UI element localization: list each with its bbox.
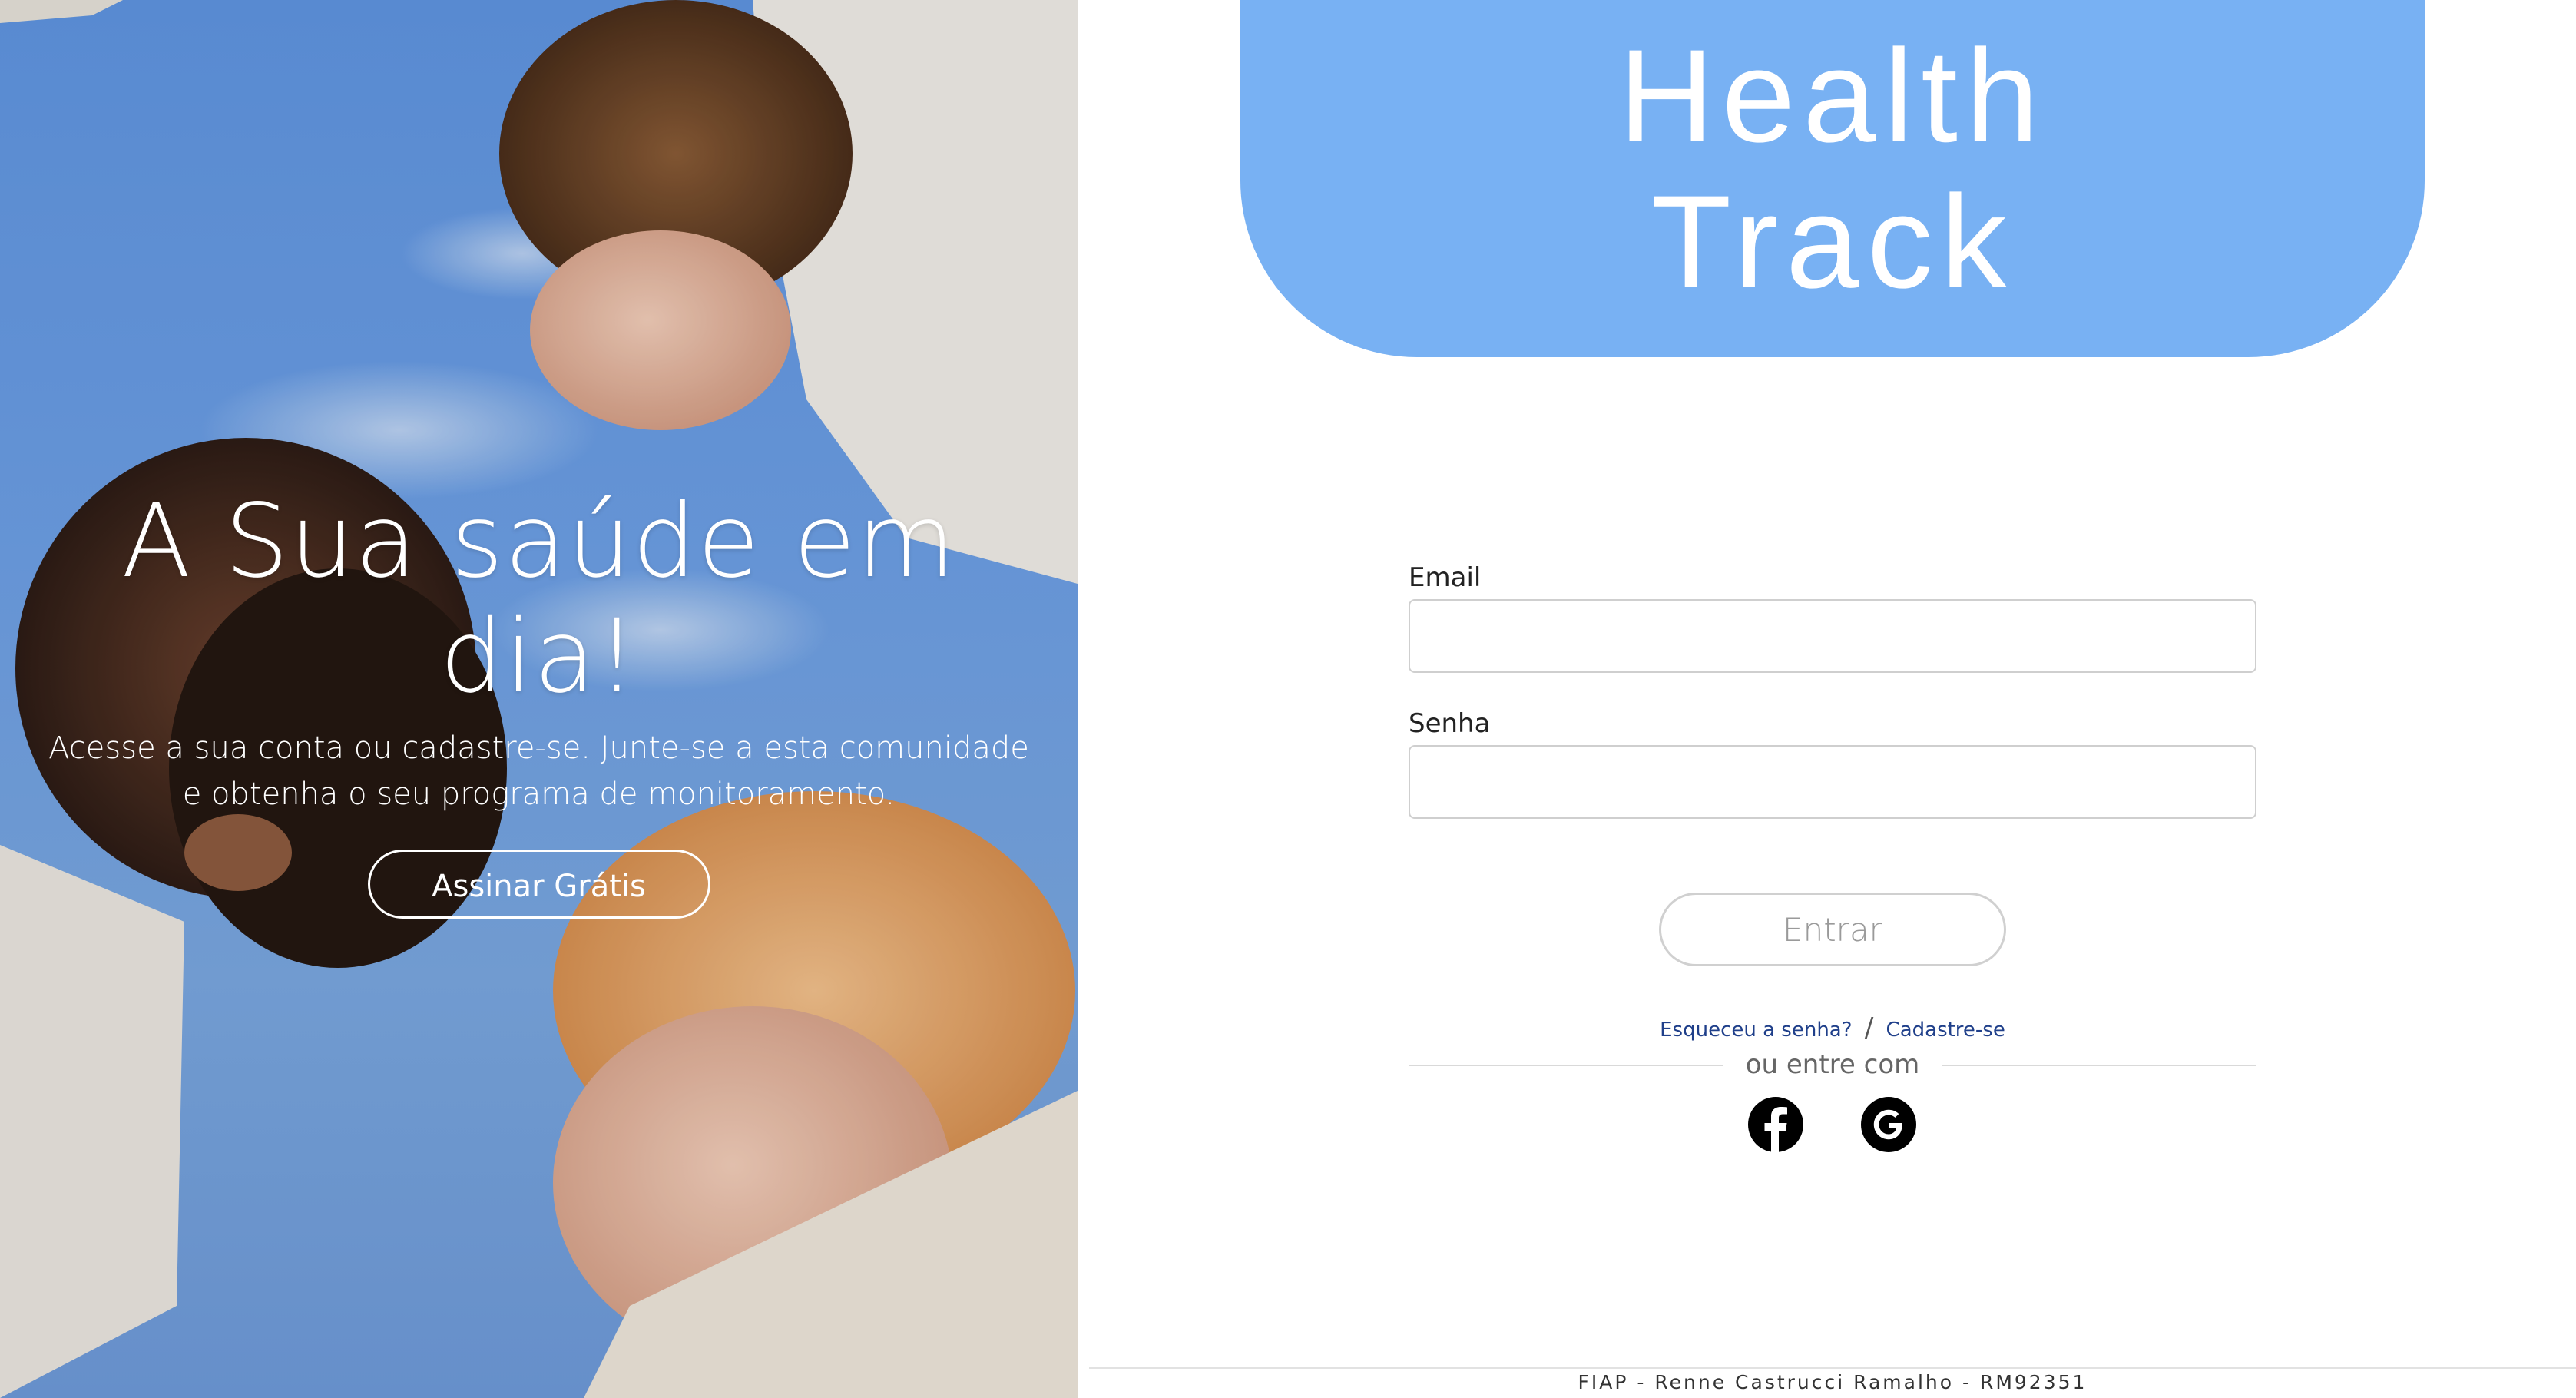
password-group: Senha bbox=[1409, 708, 2256, 819]
password-field[interactable] bbox=[1409, 745, 2256, 819]
forgot-password-link[interactable]: Esqueceu a senha? bbox=[1660, 1019, 1852, 1042]
footer-text: FIAP - Renne Castrucci Ramalho - RM92351 bbox=[1578, 1371, 2088, 1393]
email-group: Email bbox=[1409, 562, 2256, 673]
social-login-row bbox=[1748, 1097, 1917, 1152]
brand-banner: Health Track bbox=[1240, 0, 2425, 357]
email-field[interactable] bbox=[1409, 599, 2256, 673]
hero-section: A Sua saúde em dia! Acesse a sua conta o… bbox=[0, 0, 1078, 1398]
page-footer: FIAP - Renne Castrucci Ramalho - RM92351 bbox=[1089, 1367, 2576, 1398]
password-label: Senha bbox=[1409, 708, 1491, 739]
signup-link[interactable]: Cadastre-se bbox=[1886, 1019, 2005, 1042]
hero-subtitle: Acesse a sua conta ou cadastre-se. Junte… bbox=[48, 730, 1029, 812]
hero-content: A Sua saúde em dia! Acesse a sua conta o… bbox=[0, 484, 1078, 919]
auth-links: Esqueceu a senha? / Cadastre-se bbox=[1409, 1012, 2256, 1043]
facebook-icon[interactable] bbox=[1748, 1097, 1803, 1152]
google-icon[interactable] bbox=[1861, 1097, 1916, 1152]
social-divider: ou entre com bbox=[1409, 1049, 2256, 1080]
hero-title: A Sua saúde em dia! bbox=[121, 482, 956, 716]
login-form: Email Senha bbox=[1409, 562, 2256, 819]
subscribe-free-button[interactable]: Assinar Grátis bbox=[367, 850, 710, 919]
links-separator: / bbox=[1864, 1012, 1874, 1043]
login-button[interactable]: Entrar bbox=[1659, 893, 2006, 966]
email-label: Email bbox=[1409, 562, 1482, 593]
brand-title-line2: Track bbox=[1651, 168, 2015, 316]
brand-title-line1: Health bbox=[1618, 22, 2047, 170]
social-divider-text: ou entre com bbox=[1745, 1049, 1920, 1080]
